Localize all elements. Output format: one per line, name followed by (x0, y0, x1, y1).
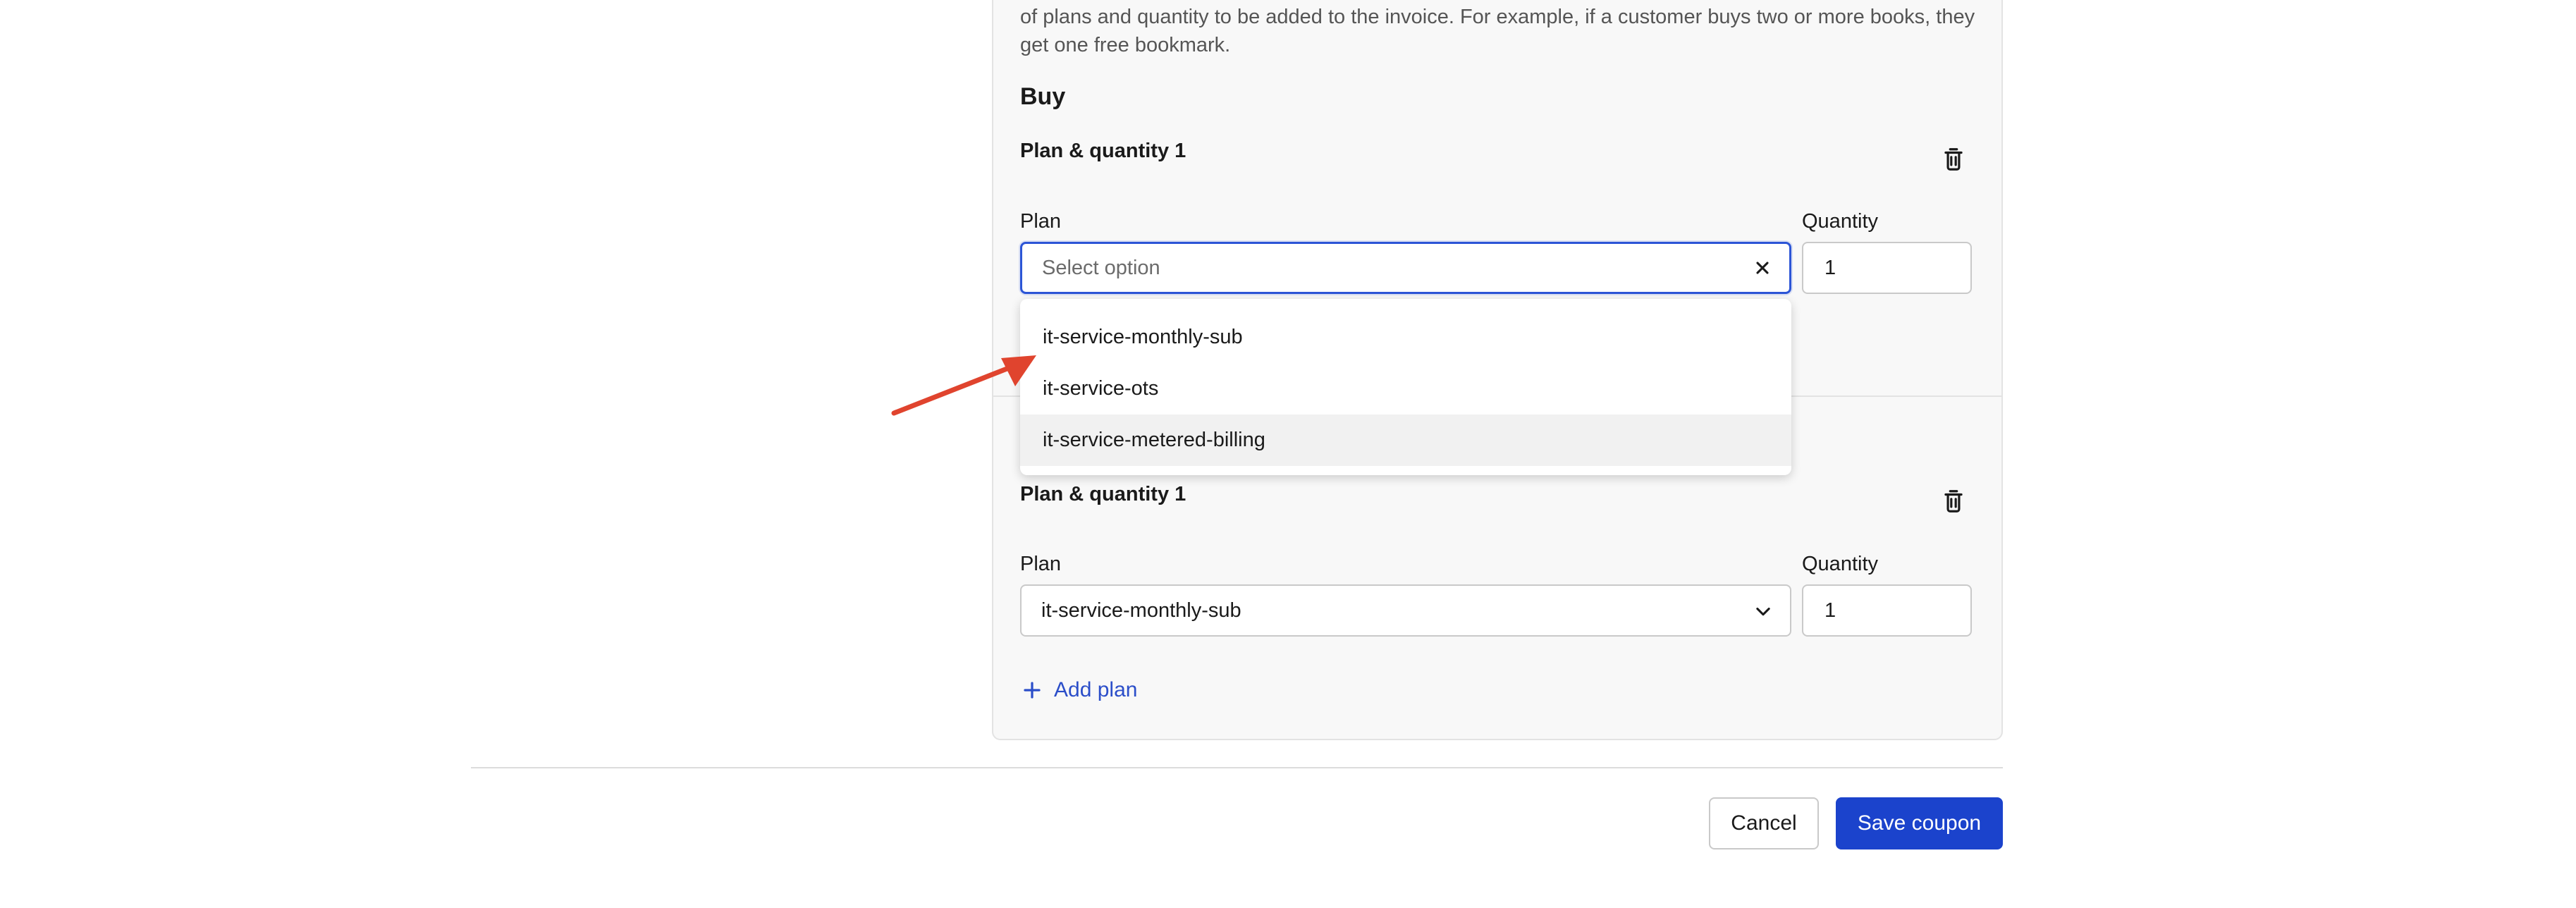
annotation-arrow (891, 355, 1036, 416)
chevron-down-icon[interactable] (1753, 601, 1773, 621)
plan-quantity-group-title-2: Plan & quantity 1 (1020, 483, 1186, 505)
plan-select-input[interactable]: Select option (1020, 242, 1791, 294)
quantity-label-2: Quantity (1802, 553, 1878, 575)
plus-icon (1024, 682, 1041, 699)
plan-select-value: it-service-monthly-sub (1041, 599, 1241, 622)
add-plan-button[interactable]: Add plan (1022, 678, 1137, 702)
dropdown-option[interactable]: it-service-monthly-sub (1020, 312, 1791, 363)
cancel-button[interactable]: Cancel (1709, 797, 1819, 849)
quantity-label: Quantity (1802, 210, 1878, 233)
plan-select-input-2[interactable]: it-service-monthly-sub (1020, 584, 1791, 637)
quantity-input[interactable]: 1 (1802, 242, 1972, 294)
footer-divider (471, 767, 2003, 768)
close-icon[interactable] (1753, 258, 1772, 278)
dropdown-option[interactable]: it-service-metered-billing (1020, 415, 1791, 466)
add-plan-label: Add plan (1054, 678, 1138, 701)
plan-quantity-group-title: Plan & quantity 1 (1020, 140, 1186, 162)
description-text: of plans and quantity to be added to the… (1020, 6, 1975, 56)
buy-heading: Buy (1020, 83, 1066, 110)
plan-label-2: Plan (1020, 553, 1062, 575)
plan-select-placeholder: Select option (1042, 256, 1160, 279)
save-coupon-button[interactable]: Save coupon (1836, 797, 2003, 849)
plan-options-dropdown: it-service-monthly-sub it-service-ots it… (1020, 299, 1791, 475)
trash-icon[interactable] (1940, 146, 1967, 173)
dropdown-option[interactable]: it-service-ots (1020, 363, 1791, 415)
trash-icon[interactable] (1940, 488, 1967, 515)
quantity-input-2[interactable]: 1 (1802, 584, 1972, 637)
plan-label: Plan (1020, 210, 1062, 233)
